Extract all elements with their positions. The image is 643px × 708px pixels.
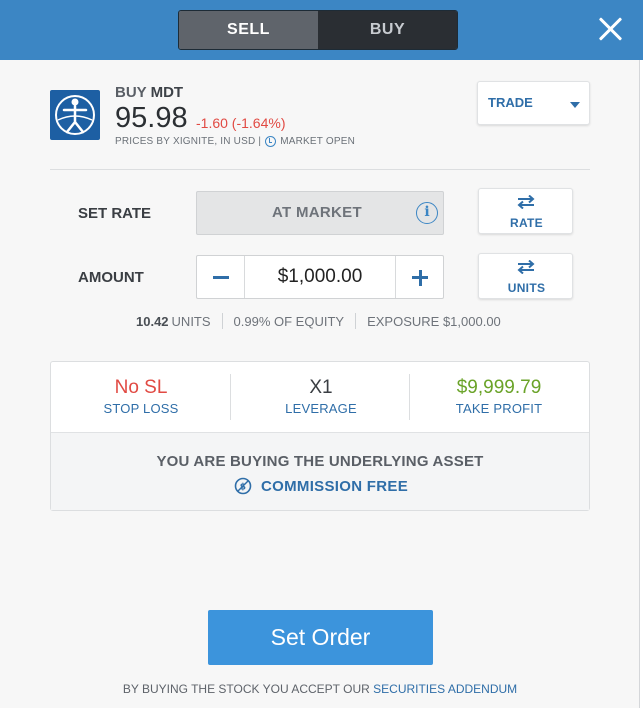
rate-toggle-button[interactable]: RATE [478,188,573,234]
close-icon[interactable] [596,14,626,44]
take-profit-label: TAKE PROFIT [455,401,543,416]
commission-free-text: COMMISSION FREE [261,477,409,495]
medtronic-logo-graphic [55,95,95,135]
tab-buy[interactable]: BUY [318,11,457,49]
trade-dropdown[interactable]: TRADE [477,81,590,125]
amount-label: AMOUNT [78,269,144,286]
take-profit-value: $9,999.79 [456,377,542,398]
units-count: 10.42 [136,313,169,329]
trade-dropdown-label: TRADE [488,95,533,110]
price-change: -1.60 (-1.64%) [196,115,286,131]
plus-icon-vertical [418,269,422,286]
asset-info: YOU ARE BUYING THE UNDERLYING ASSET $ CO… [51,432,589,510]
stop-loss-option[interactable]: No SL STOP LOSS [51,362,231,432]
price-source-text: PRICES BY XIGNITE, IN USD | [115,136,262,147]
chevron-down-icon [570,102,580,108]
order-options-box: No SL STOP LOSS X1 LEVERAGE $9,999.79 TA… [50,361,590,511]
swap-arrows-icon [517,195,535,209]
leverage-value: X1 [309,377,333,398]
equity-percent: 0.99% OF EQUITY [233,313,345,329]
legal-notice: BY BUYING THE STOCK YOU ACCEPT OUR SECUR… [0,682,640,696]
amount-summary: 10.42 UNITS 0.99% OF EQUITY EXPOSURE $1,… [136,313,501,329]
instrument-action: BUY [115,84,147,101]
exposure: EXPOSURE $1,000.00 [367,313,501,329]
underlying-asset-message: YOU ARE BUYING THE UNDERLYING ASSET [156,453,484,470]
rate-toggle-label: RATE [510,216,543,230]
tab-sell[interactable]: SELL [179,11,318,49]
price-source: PRICES BY XIGNITE, IN USD | MARKET OPEN [115,136,355,147]
minus-icon [213,276,229,279]
set-order-button[interactable]: Set Order [208,610,433,665]
stop-loss-label: STOP LOSS [103,401,179,416]
units-toggle-button[interactable]: UNITS [478,253,573,299]
rate-value: AT MARKET [272,204,362,221]
units-toggle-label: UNITS [507,281,546,295]
increase-amount-button[interactable] [395,256,443,298]
amount-stepper [196,255,444,299]
leverage-label: LEVERAGE [285,401,357,416]
sell-buy-toggle: SELL BUY [178,10,458,50]
securities-addendum-link[interactable]: SECURITIES ADDENDUM [373,682,517,696]
top-bar: SELL BUY [0,0,643,60]
info-icon[interactable]: i [416,202,438,224]
swap-arrows-icon [517,260,535,274]
separator [221,313,223,329]
take-profit-option[interactable]: $9,999.79 TAKE PROFIT [409,362,589,432]
divider [50,169,590,170]
instrument-price: 95.98 [115,102,188,134]
instrument-symbol: MDT [150,84,184,101]
rate-field[interactable]: AT MARKET i [196,191,444,235]
amount-input[interactable] [246,256,394,298]
commission-free-icon: $ [234,477,252,495]
clock-icon [265,136,277,147]
leverage-option[interactable]: X1 LEVERAGE [231,362,411,432]
medtronic-logo [50,90,100,140]
decrease-amount-button[interactable] [197,256,245,298]
legal-text: BY BUYING THE STOCK YOU ACCEPT OUR [122,682,370,696]
commission-free: $ COMMISSION FREE [234,477,408,495]
instrument-title: BUY MDT [115,84,183,101]
units-label: UNITS [171,313,211,329]
separator [355,313,357,329]
set-rate-label: SET RATE [78,205,152,222]
market-status: MARKET OPEN [280,136,355,147]
stop-loss-value: No SL [114,377,168,398]
